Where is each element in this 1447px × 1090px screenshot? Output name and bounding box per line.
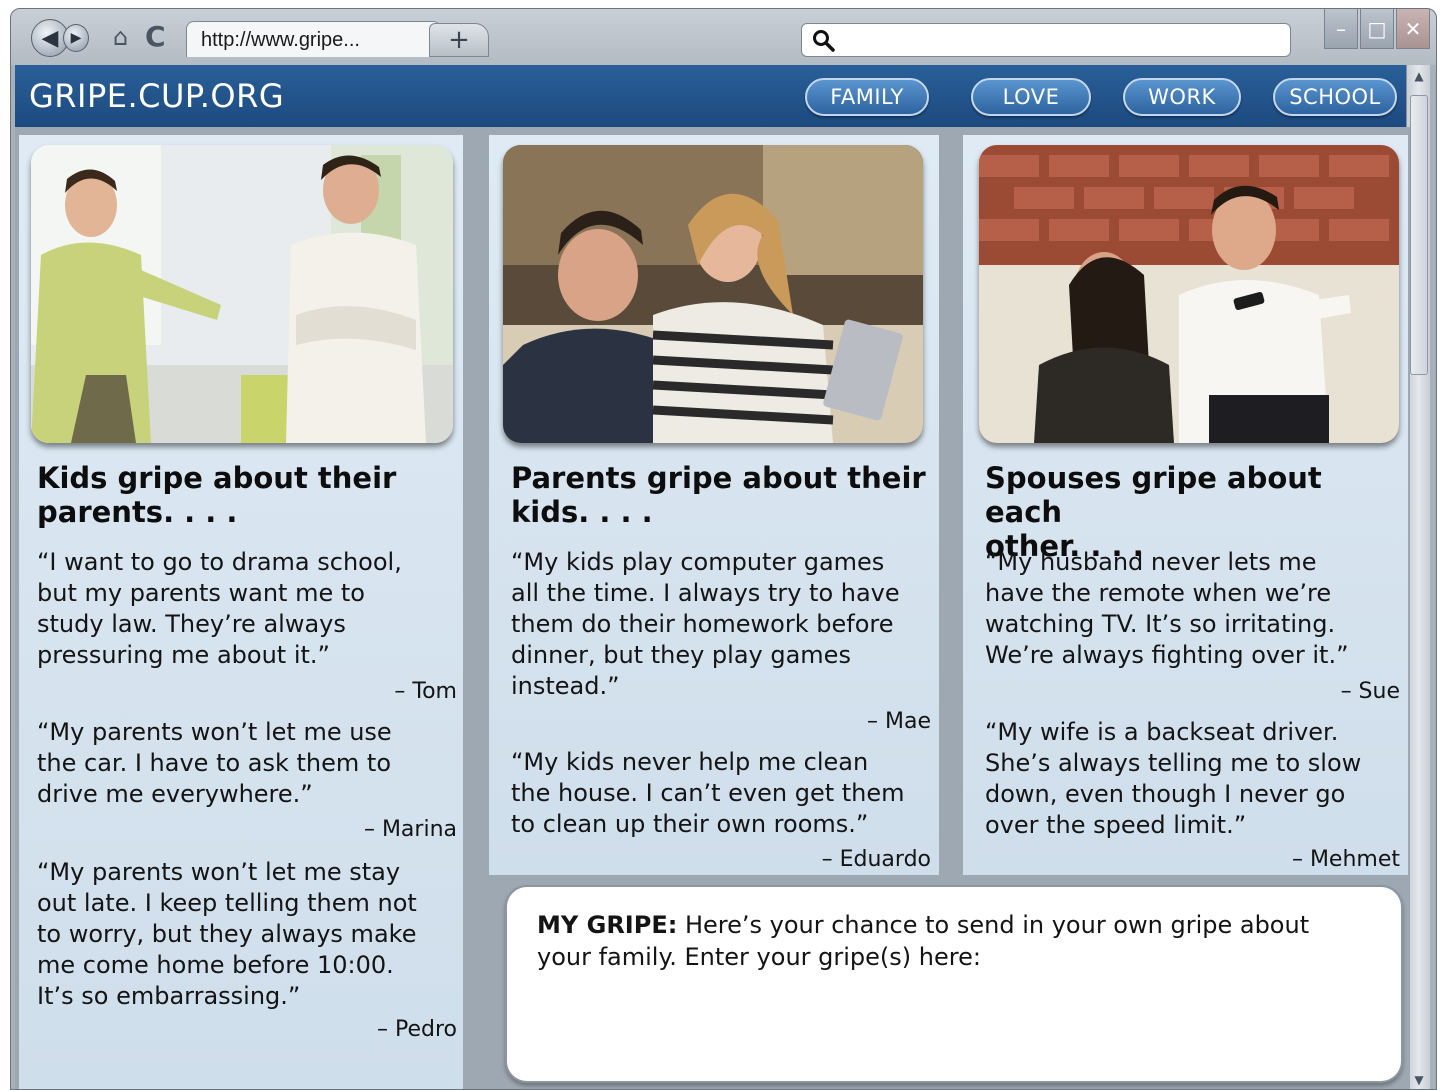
author-pedro: – Pedro (377, 1017, 457, 1042)
quote-pedro: “My parents won’t let me stay out late. … (37, 857, 417, 1012)
quote-line: dinner, but they play games (511, 641, 851, 669)
quote-line: drive me everywhere.” (37, 780, 313, 808)
site-title: GRIPE.CUP.ORG (29, 77, 285, 115)
headline-line: Spouses gripe about each (985, 461, 1322, 529)
quote-marina: “My parents won’t let me use the car. I … (37, 717, 392, 810)
browser-toolbar: ◀ ▶ ⌂ C http://www.gripe... + – □ ✕ (11, 9, 1436, 65)
quote-tom: “I want to go to drama school, but my pa… (37, 547, 402, 671)
quote-line: “My husband never lets me (985, 548, 1317, 576)
photo-kids-arguing (31, 145, 453, 443)
quote-line: down, even though I never go (985, 780, 1346, 808)
quote-line: We’re always fighting over it.” (985, 641, 1349, 669)
quote-line: over the speed limit.” (985, 811, 1247, 839)
page-content: Kids gripe about their parents. . . . “I… (15, 127, 1410, 1089)
tab-url: http://www.gripe... (201, 29, 360, 51)
column-parents: Parents gripe about their kids. . . . “M… (489, 135, 939, 875)
quote-line: all the time. I always try to have (511, 579, 900, 607)
nav-work-button[interactable]: WORK (1123, 78, 1241, 116)
search-input[interactable] (801, 23, 1291, 57)
quote-line: watching TV. It’s so irritating. (985, 610, 1336, 638)
author-mehmet: – Mehmet (1291, 847, 1400, 872)
scroll-up-icon[interactable]: ▲ (1407, 65, 1431, 87)
search-icon (813, 30, 835, 52)
window-controls: – □ ✕ (1324, 9, 1430, 49)
quote-line: to clean up their own rooms.” (511, 810, 869, 838)
quote-line: “My kids never help me clean (511, 748, 869, 776)
headline-line: kids. . . . (511, 495, 653, 529)
quote-line: pressuring me about it.” (37, 641, 330, 669)
author-sue: – Sue (1340, 679, 1400, 704)
site-header: GRIPE.CUP.ORG FAMILY LOVE WORK SCHOOL (15, 65, 1410, 127)
quote-mae: “My kids play computer games all the tim… (511, 547, 900, 702)
gripe-input[interactable] (535, 977, 1375, 1067)
new-tab-button[interactable]: + (429, 23, 489, 57)
scroll-thumb[interactable] (1410, 95, 1428, 375)
column-spouses: Spouses gripe about each other. . . . “M… (963, 135, 1408, 875)
quote-line: “I want to go to drama school, (37, 548, 402, 576)
author-marina: – Marina (363, 817, 457, 842)
home-icon[interactable]: ⌂ (113, 23, 128, 51)
quote-line: study law. They’re always (37, 610, 346, 638)
my-gripe-box: MY GRIPE: Here’s your chance to send in … (505, 885, 1403, 1083)
quote-line: “My parents won’t let me stay (37, 858, 401, 886)
quote-line: the car. I have to ask them to (37, 749, 392, 777)
quote-line: have the remote when we’re (985, 579, 1332, 607)
forward-arrow-icon[interactable]: ▶ (63, 24, 89, 52)
quote-line: but my parents want me to (37, 579, 365, 607)
author-eduardo: – Eduardo (821, 847, 931, 872)
quote-eduardo: “My kids never help me clean the house. … (511, 747, 905, 840)
photo-mother-son (503, 145, 923, 443)
quote-line: “My parents won’t let me use (37, 718, 392, 746)
quote-line: “My kids play computer games (511, 548, 885, 576)
quote-line: the house. I can’t even get them (511, 779, 905, 807)
photo-couple-remote (979, 145, 1399, 443)
quote-line: out late. I keep telling them not (37, 889, 417, 917)
quote-line: “My wife is a backseat driver. (985, 718, 1339, 746)
close-icon[interactable]: ✕ (1396, 9, 1430, 49)
my-gripe-text-line2: your family. Enter your gripe(s) here: (537, 943, 981, 971)
maximize-icon[interactable]: □ (1360, 9, 1394, 49)
scroll-down-icon[interactable]: ▼ (1407, 1069, 1431, 1089)
quote-line: to worry, but they always make (37, 920, 417, 948)
headline-parents: Parents gripe about their kids. . . . (511, 461, 926, 529)
column-kids: Kids gripe about their parents. . . . “I… (19, 135, 463, 1089)
quote-line: me come home before 10:00. (37, 951, 394, 979)
my-gripe-text: Here’s your chance to send in your own g… (684, 911, 1310, 939)
quote-line: them do their homework before (511, 610, 894, 638)
quote-mehmet: “My wife is a backseat driver. She’s alw… (985, 717, 1361, 841)
nav-love-button[interactable]: LOVE (971, 78, 1091, 116)
quote-line: It’s so embarrassing.” (37, 982, 301, 1010)
author-tom: – Tom (394, 679, 457, 704)
quote-line: instead.” (511, 672, 620, 700)
my-gripe-prompt: MY GRIPE: Here’s your chance to send in … (537, 909, 1371, 941)
nav-family-button[interactable]: FAMILY (805, 78, 929, 116)
reload-icon[interactable]: C (145, 20, 166, 53)
quote-line: She’s always telling me to slow (985, 749, 1362, 777)
browser-window: ◀ ▶ ⌂ C http://www.gripe... + – □ ✕ GRIP… (10, 8, 1437, 1090)
plus-icon: + (448, 25, 470, 55)
minimize-icon[interactable]: – (1324, 9, 1358, 49)
nav-school-button[interactable]: SCHOOL (1273, 78, 1397, 116)
quote-sue: “My husband never lets me have the remot… (985, 547, 1349, 671)
author-mae: – Mae (867, 709, 931, 734)
headline-line: parents. . . . (37, 495, 238, 529)
browser-tab[interactable]: http://www.gripe... (186, 21, 441, 57)
headline-line: Kids gripe about their (37, 461, 397, 495)
headline-line: Parents gripe about their (511, 461, 926, 495)
headline-kids: Kids gripe about their parents. . . . (37, 461, 396, 529)
my-gripe-label: MY GRIPE: (537, 911, 678, 939)
